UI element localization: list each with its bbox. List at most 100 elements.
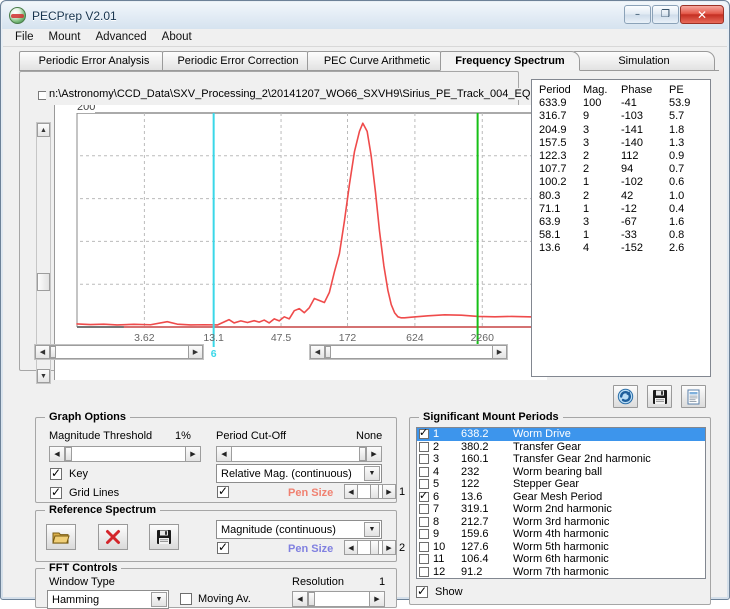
pc-track[interactable]	[232, 447, 366, 461]
rp-decrement-button[interactable]: ◀	[345, 541, 358, 554]
pc-decrement-button[interactable]: ◀	[217, 447, 232, 461]
gp-increment-button[interactable]: ▶	[382, 485, 395, 498]
mount-period-checkbox[interactable]	[419, 567, 429, 577]
list-item[interactable]: 2380.2Transfer Gear	[417, 441, 705, 454]
table-cell: 3	[583, 137, 621, 150]
mount-period-checkbox[interactable]	[419, 517, 429, 527]
reference-pen-size-spinner[interactable]: ◀ ▶	[344, 540, 396, 555]
moving-average-checkbox[interactable]	[180, 593, 192, 605]
hscroll-right-button[interactable]: ▶	[188, 345, 203, 359]
res-decrement-button[interactable]: ◀	[293, 592, 308, 606]
menu-item-advanced[interactable]: Advanced	[90, 29, 156, 46]
graph-hscroll-right[interactable]: ◀ ▶	[309, 344, 508, 360]
plot-mode-combo[interactable]: Relative Mag. (continuous) ▼	[216, 464, 382, 483]
spectrum-plot[interactable]: 200 3.6213.147.5172624226061	[54, 105, 547, 380]
gp-thumb[interactable]	[370, 485, 379, 498]
mount-period-checkbox[interactable]	[419, 554, 429, 564]
save-reference-button[interactable]	[149, 524, 179, 550]
tab-periodic-error-analysis[interactable]: Periodic Error Analysis	[19, 51, 169, 71]
res-increment-button[interactable]: ▶	[369, 592, 384, 606]
menu-item-file[interactable]: File	[9, 29, 43, 46]
mt-decrement-button[interactable]: ◀	[50, 447, 65, 461]
mt-increment-button[interactable]: ▶	[185, 447, 200, 461]
mount-period-index: 3	[433, 453, 461, 465]
list-item[interactable]: 11106.4Worm 6th harmonic	[417, 553, 705, 566]
save-button[interactable]	[647, 385, 672, 408]
res-thumb[interactable]	[308, 592, 315, 606]
mount-period-checkbox[interactable]	[419, 442, 429, 452]
reference-enable-checkbox[interactable]	[217, 542, 229, 554]
res-track[interactable]	[308, 592, 369, 606]
list-item[interactable]: 7319.1Worm 2nd harmonic	[417, 503, 705, 516]
list-item[interactable]: 9159.6Worm 4th harmonic	[417, 528, 705, 541]
minimize-button[interactable]: –	[624, 5, 651, 24]
menu-item-mount[interactable]: Mount	[43, 29, 90, 46]
tab-simulation[interactable]: Simulation	[573, 51, 715, 71]
hscroll2-right-button[interactable]: ▶	[492, 345, 507, 359]
frequency-data-table[interactable]: Period Mag. Phase PE 633.9100-4153.9316.…	[531, 79, 711, 377]
plot-enable-checkbox[interactable]	[217, 486, 229, 498]
show-checkbox[interactable]	[416, 586, 428, 598]
list-item[interactable]: 1291.2Worm 7th harmonic	[417, 566, 705, 579]
mount-period-checkbox[interactable]	[419, 542, 429, 552]
magnitude-threshold-slider[interactable]: ◀ ▶	[49, 446, 201, 462]
scroll-down-button[interactable]: ▼	[37, 369, 50, 383]
list-item[interactable]: 5122Stepper Gear	[417, 478, 705, 491]
hscroll-track[interactable]	[50, 345, 188, 359]
resolution-slider[interactable]: ◀ ▶	[292, 591, 385, 607]
report-button[interactable]	[681, 385, 706, 408]
table-row: 71.11-120.4	[539, 203, 708, 216]
mount-period-checkbox[interactable]	[419, 504, 429, 514]
maximize-button[interactable]: ❐	[652, 5, 679, 24]
table-cell: 0.9	[669, 150, 703, 163]
list-item[interactable]: 4232Worm bearing ball	[417, 466, 705, 479]
rp-increment-button[interactable]: ▶	[382, 541, 395, 554]
open-reference-button[interactable]	[46, 524, 76, 550]
resolution-label: Resolution	[292, 576, 344, 588]
hscroll2-track[interactable]	[325, 345, 492, 359]
scroll-up-button[interactable]: ▲	[37, 123, 50, 137]
delete-reference-button[interactable]	[98, 524, 128, 550]
reference-plot-mode-combo[interactable]: Magnitude (continuous) ▼	[216, 520, 382, 539]
graph-pen-size-spinner[interactable]: ◀ ▶	[344, 484, 396, 499]
tab-frequency-spectrum[interactable]: Frequency Spectrum	[440, 51, 580, 71]
menu-item-about[interactable]: About	[156, 29, 201, 46]
pc-thumb[interactable]	[359, 447, 366, 461]
mt-track[interactable]	[65, 447, 185, 461]
svg-text:624: 624	[406, 332, 424, 344]
close-button[interactable]: ✕	[680, 5, 724, 24]
period-cutoff-slider[interactable]: ◀ ▶	[216, 446, 382, 462]
list-item[interactable]: 1379.8Worm 8th harmonic	[417, 578, 705, 579]
refresh-button[interactable]	[613, 385, 638, 408]
mount-period-checkbox[interactable]	[419, 429, 429, 439]
mt-thumb[interactable]	[65, 447, 72, 461]
mount-period-checkbox[interactable]	[419, 529, 429, 539]
mount-period-checkbox[interactable]	[419, 467, 429, 477]
pc-increment-button[interactable]: ▶	[366, 447, 381, 461]
graph-hscroll-left[interactable]: ◀ ▶	[34, 344, 204, 360]
hscroll-thumb[interactable]	[50, 346, 56, 358]
list-item[interactable]: 3160.1Transfer Gear 2nd harmonic	[417, 453, 705, 466]
grid-lines-checkbox[interactable]	[50, 487, 62, 499]
gp-decrement-button[interactable]: ◀	[345, 485, 358, 498]
mount-periods-list[interactable]: 1638.2Worm Drive2380.2Transfer Gear3160.…	[416, 427, 706, 579]
key-checkbox[interactable]	[50, 468, 62, 480]
mount-period-checkbox[interactable]	[419, 454, 429, 464]
gp-track[interactable]	[358, 485, 382, 498]
list-item[interactable]: 8212.7Worm 3rd harmonic	[417, 516, 705, 529]
mount-period-checkbox[interactable]	[419, 492, 429, 502]
list-item[interactable]: 1638.2Worm Drive	[417, 428, 705, 441]
hscroll2-thumb[interactable]	[325, 346, 331, 358]
tab-pec-curve-arithmetic[interactable]: PEC Curve Arithmetic	[307, 51, 447, 71]
vscroll-thumb[interactable]	[37, 273, 50, 291]
rp-thumb[interactable]	[370, 541, 379, 554]
list-item[interactable]: 10127.6Worm 5th harmonic	[417, 541, 705, 554]
chevron-down-icon[interactable]: ▼	[364, 466, 380, 481]
rp-track[interactable]	[358, 541, 382, 554]
hscroll-left-button[interactable]: ◀	[35, 345, 50, 359]
mount-period-checkbox[interactable]	[419, 479, 429, 489]
list-item[interactable]: 613.6Gear Mesh Period	[417, 491, 705, 504]
chevron-down-icon[interactable]: ▼	[364, 522, 380, 537]
hscroll2-left-button[interactable]: ◀	[310, 345, 325, 359]
tab-periodic-error-correction[interactable]: Periodic Error Correction	[162, 51, 314, 71]
